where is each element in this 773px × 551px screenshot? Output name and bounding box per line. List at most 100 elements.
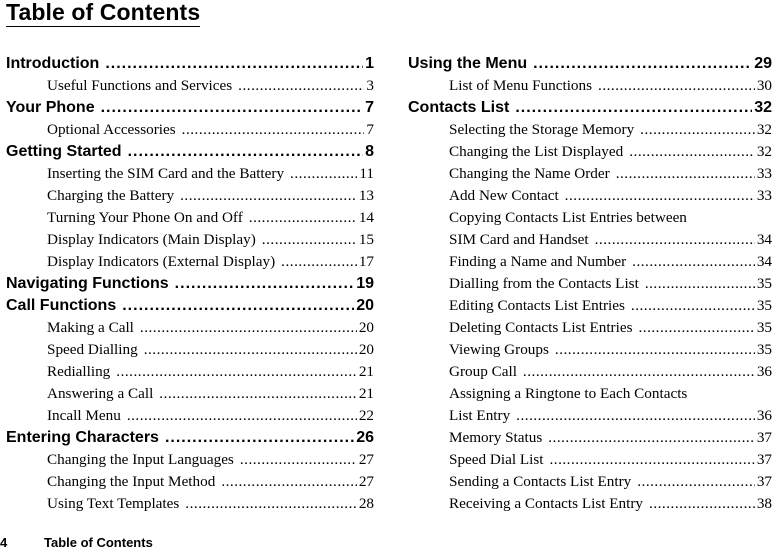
entry-title: Memory Status (449, 429, 543, 446)
entry-title: Sending a Contacts List Entry (449, 473, 632, 490)
toc-section-entry[interactable]: Redialling 21 (6, 361, 374, 383)
toc-section-entry[interactable]: Changing the Input Languages 27 (6, 449, 374, 471)
dot-leader (122, 295, 354, 317)
entry-page-number: 20 (356, 297, 374, 314)
toc-section-entry[interactable]: Add New Contact 33 (408, 185, 772, 207)
entry-page-number: 13 (358, 187, 374, 204)
dot-leader (649, 493, 755, 515)
toc-chapter-entry[interactable]: Introduction 1 (6, 53, 374, 75)
toc-section-entry[interactable]: Editing Contacts List Entries 35 (408, 295, 772, 317)
toc-left-column: Introduction 1 Useful Functions and Servic… (6, 53, 374, 515)
toc-right-column: Using the Menu 29 List of Menu Functions 30… (408, 53, 772, 515)
toc-chapter-entry[interactable]: Navigating Functions 19 (6, 273, 374, 295)
entry-title: Finding a Name and Number (449, 253, 627, 270)
entry-title: Speed Dialling (47, 341, 138, 358)
entry-page-number: 35 (756, 319, 772, 336)
toc-chapter-entry[interactable]: Call Functions 20 (6, 295, 374, 317)
dot-leader (180, 185, 357, 207)
toc-section-entry[interactable]: Memory Status 37 (408, 427, 772, 449)
dot-leader (127, 405, 357, 427)
entry-page-number: 21 (358, 363, 374, 380)
entry-title: Making a Call (47, 319, 134, 336)
toc-section-entry[interactable]: Deleting Contacts List Entries 35 (408, 317, 772, 339)
toc-chapter-entry[interactable]: Contacts List 32 (408, 97, 772, 119)
dot-leader (637, 471, 755, 493)
entry-page-number: 8 (365, 143, 374, 160)
entry-page-number: 28 (358, 495, 374, 512)
dot-leader (595, 229, 755, 251)
toc-chapter-entry[interactable]: Your Phone 7 (6, 97, 374, 119)
toc-section-entry[interactable]: Display Indicators (External Display) 17 (6, 251, 374, 273)
toc-section-entry[interactable]: Using Text Templates 28 (6, 493, 374, 515)
entry-title: Changing the Input Method (47, 473, 216, 490)
toc-section-entry[interactable]: Group Call 36 (408, 361, 772, 383)
dot-leader (175, 273, 355, 295)
entry-title: Selecting the Storage Memory (449, 121, 635, 138)
entry-title: Assigning a Ringtone to Each Contacts (449, 385, 688, 402)
toc-section-entry[interactable]: Assigning a Ringtone to Each Contacts (408, 383, 772, 405)
toc-section-entry[interactable]: Changing the Name Order 33 (408, 163, 772, 185)
toc-section-entry[interactable]: Receiving a Contacts List Entry 38 (408, 493, 772, 515)
toc-section-entry[interactable]: Incall Menu 22 (6, 405, 374, 427)
page-title: Table of Contents (6, 0, 201, 27)
entry-title: Using the Menu (408, 55, 528, 72)
entry-title: Using Text Templates (47, 495, 180, 512)
entry-title: Getting Started (6, 143, 122, 160)
entry-page-number: 1 (365, 55, 374, 72)
dot-leader (116, 361, 357, 383)
toc-section-entry[interactable]: Answering a Call 21 (6, 383, 374, 405)
entry-title: Navigating Functions (6, 275, 169, 292)
entry-title: Optional Accessories (47, 121, 176, 138)
entry-page-number: 33 (756, 165, 772, 182)
toc-section-entry[interactable]: Speed Dial List 37 (408, 449, 772, 471)
toc-section-entry[interactable]: Optional Accessories 7 (6, 119, 374, 141)
toc-section-entry[interactable]: Dialling from the Contacts List 35 (408, 273, 772, 295)
entry-title: Incall Menu (47, 407, 121, 424)
entry-page-number: 38 (756, 495, 772, 512)
dot-leader (105, 53, 363, 75)
toc-section-entry[interactable]: Finding a Name and Number 34 (408, 251, 772, 273)
toc-section-entry[interactable]: Making a Call 20 (6, 317, 374, 339)
entry-page-number: 37 (756, 451, 772, 468)
entry-title: Display Indicators (Main Display) (47, 231, 256, 248)
entry-title: Deleting Contacts List Entries (449, 319, 633, 336)
entry-page-number: 17 (358, 253, 374, 270)
entry-page-number: 35 (756, 341, 772, 358)
toc-section-entry[interactable]: Turning Your Phone On and Off 14 (6, 207, 374, 229)
dot-leader (249, 207, 357, 229)
entry-title: Changing the Name Order (449, 165, 610, 182)
entry-page-number: 32 (756, 121, 772, 138)
toc-section-entry[interactable]: Sending a Contacts List Entry 37 (408, 471, 772, 493)
entry-page-number: 32 (754, 99, 772, 116)
toc-chapter-entry[interactable]: Using the Menu 29 (408, 53, 772, 75)
entry-title: Contacts List (408, 99, 510, 116)
toc-section-entry[interactable]: List Entry 36 (408, 405, 772, 427)
toc-section-entry[interactable]: Inserting the SIM Card and the Battery 11 (6, 163, 374, 185)
dot-leader (185, 493, 357, 515)
toc-section-entry[interactable]: Display Indicators (Main Display) 15 (6, 229, 374, 251)
dot-leader (240, 449, 357, 471)
toc-section-entry[interactable]: Changing the List Displayed 32 (408, 141, 772, 163)
toc-section-entry[interactable]: Charging the Battery 13 (6, 185, 374, 207)
dot-leader (549, 449, 754, 471)
footer-section-title: Table of Contents (44, 535, 153, 550)
toc-section-entry[interactable]: Useful Functions and Services 3 (6, 75, 374, 97)
entry-title: List of Menu Functions (449, 77, 593, 94)
toc-section-entry[interactable]: Copying Contacts List Entries between (408, 207, 772, 229)
toc-section-entry[interactable]: Selecting the Storage Memory 32 (408, 119, 772, 141)
toc-section-entry[interactable]: Speed Dialling 20 (6, 339, 374, 361)
toc-chapter-entry[interactable]: Entering Characters 26 (6, 427, 374, 449)
entry-title: Redialling (47, 363, 111, 380)
dot-leader (645, 273, 755, 295)
toc-chapter-entry[interactable]: Getting Started 8 (6, 141, 374, 163)
entry-page-number: 7 (366, 121, 374, 138)
entry-page-number: 27 (358, 473, 374, 490)
entry-title: Turning Your Phone On and Off (47, 209, 243, 226)
toc-section-entry[interactable]: List of Menu Functions 30 (408, 75, 772, 97)
entry-page-number: 7 (365, 99, 374, 116)
toc-section-entry[interactable]: Changing the Input Method 27 (6, 471, 374, 493)
toc-section-entry[interactable]: SIM Card and Handset 34 (408, 229, 772, 251)
toc-section-entry[interactable]: Viewing Groups 35 (408, 339, 772, 361)
entry-page-number: 27 (358, 451, 374, 468)
entry-page-number: 15 (358, 231, 374, 248)
